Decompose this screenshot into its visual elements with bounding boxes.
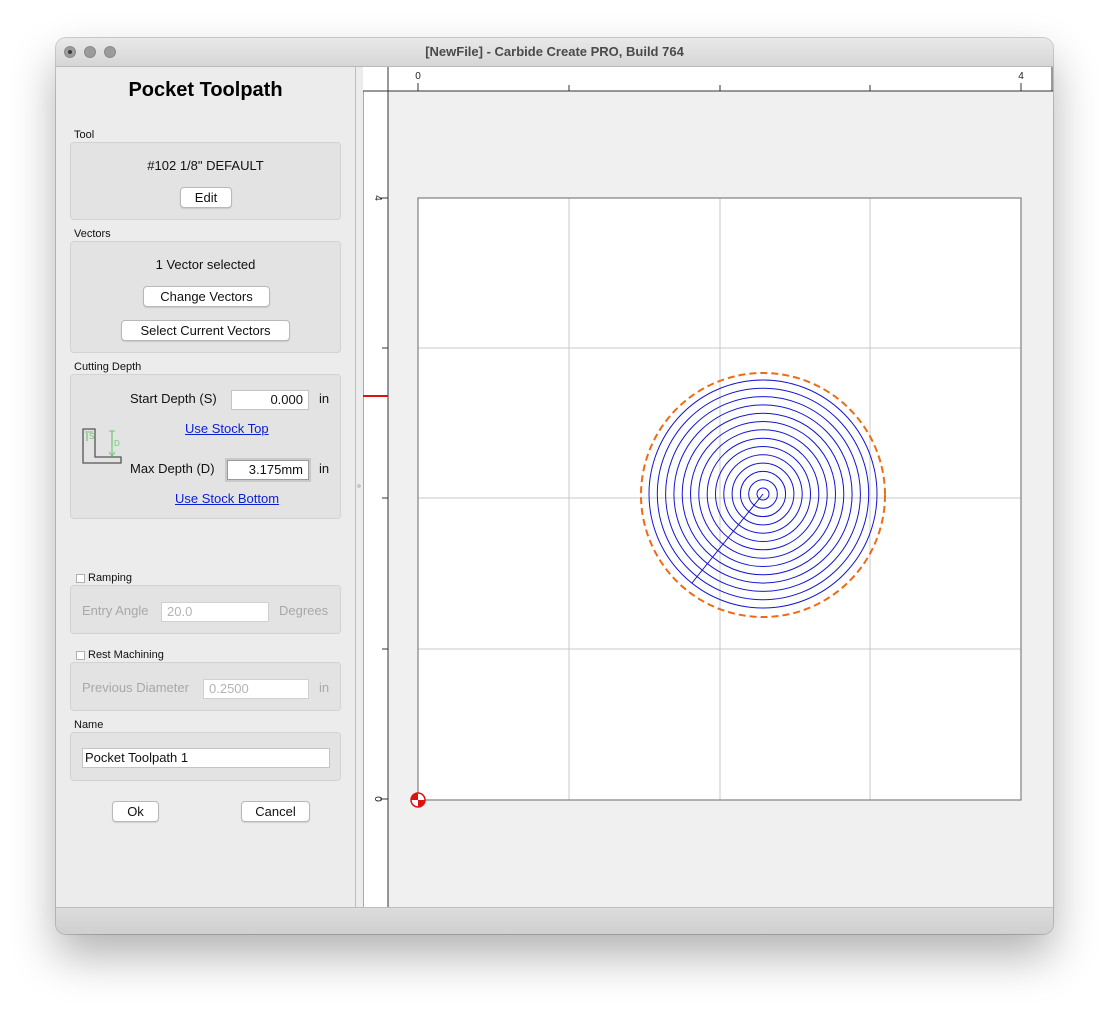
name-section-label: Name [74, 719, 104, 731]
ruler-left-label-0: 0 [372, 796, 383, 802]
edit-tool-button[interactable]: Edit [180, 187, 232, 208]
vectors-section-label: Vectors [74, 228, 111, 240]
diagram-s-label: S [89, 432, 94, 441]
ok-button[interactable]: Ok [112, 801, 159, 822]
diagram-d-label: D [114, 439, 120, 448]
entry-angle-input[interactable]: 20.0 [161, 602, 269, 622]
origin-icon [410, 792, 426, 808]
use-stock-top-link[interactable]: Use Stock Top [185, 421, 269, 436]
canvas-drawing[interactable]: 0 4 4 0 [363, 67, 1053, 907]
rest-machining-group: Previous Diameter 0.2500 in [70, 662, 341, 711]
previous-diameter-label: Previous Diameter [82, 680, 189, 695]
select-current-vectors-button[interactable]: Select Current Vectors [121, 320, 290, 341]
vector-selection-status: 1 Vector selected [155, 257, 256, 272]
entry-angle-label: Entry Angle [82, 603, 149, 618]
tool-section-label: Tool [74, 129, 95, 141]
max-depth-label: Max Depth (D) [130, 461, 215, 476]
design-canvas[interactable]: 0 4 4 0 [363, 67, 1053, 907]
max-depth-input[interactable]: 3.175mm [227, 460, 309, 480]
vectors-group: 1 Vector selected Change Vectors Select … [70, 241, 341, 353]
ruler-top-label-4: 4 [1018, 71, 1024, 82]
entry-angle-unit: Degrees [279, 603, 329, 618]
use-stock-bottom-link[interactable]: Use Stock Bottom [175, 491, 279, 506]
top-ruler [363, 67, 1053, 91]
previous-diameter-unit: in [319, 680, 330, 695]
app-window: [NewFile] - Carbide Create PRO, Build 76… [56, 38, 1053, 934]
start-depth-unit: in [319, 391, 330, 406]
tool-group: #102 1/8" DEFAULT Edit [70, 142, 341, 220]
change-vectors-button[interactable]: Change Vectors [143, 286, 270, 307]
start-depth-label: Start Depth (S) [130, 391, 217, 406]
tool-name: #102 1/8" DEFAULT [147, 158, 264, 173]
start-depth-input[interactable]: 0.000 [231, 390, 309, 410]
ruler-left-label-4: 4 [372, 195, 383, 201]
cutting-depth-section-label: Cutting Depth [74, 361, 142, 373]
rest-machining-label: Rest Machining [88, 649, 164, 661]
status-bar [56, 907, 1053, 934]
depth-diagram-icon: S D [82, 428, 122, 464]
rest-machining-checkbox[interactable] [76, 651, 85, 660]
ramping-label: Ramping [88, 572, 133, 584]
max-depth-unit: in [319, 461, 330, 476]
left-ruler [363, 67, 388, 907]
ruler-top-label-0: 0 [415, 71, 421, 82]
toolpath-panel: Pocket Toolpath Tool #102 1/8" DEFAULT E… [56, 67, 356, 907]
cancel-button[interactable]: Cancel [241, 801, 310, 822]
splitter-handle[interactable] [357, 484, 361, 488]
ramping-checkbox[interactable] [76, 574, 85, 583]
previous-diameter-input[interactable]: 0.2500 [203, 679, 309, 699]
panel-title: Pocket Toolpath [128, 79, 283, 101]
window-title: [NewFile] - Carbide Create PRO, Build 76… [425, 44, 684, 59]
title-bar[interactable]: [NewFile] - Carbide Create PRO, Build 76… [56, 38, 1053, 67]
name-group: Pocket Toolpath 1 [70, 732, 341, 781]
cutting-depth-group: Start Depth (S) 0.000 in Use Stock Top S… [70, 374, 341, 519]
ramping-group: Entry Angle 20.0 Degrees [70, 585, 341, 634]
toolpath-name-input[interactable]: Pocket Toolpath 1 [82, 748, 330, 768]
